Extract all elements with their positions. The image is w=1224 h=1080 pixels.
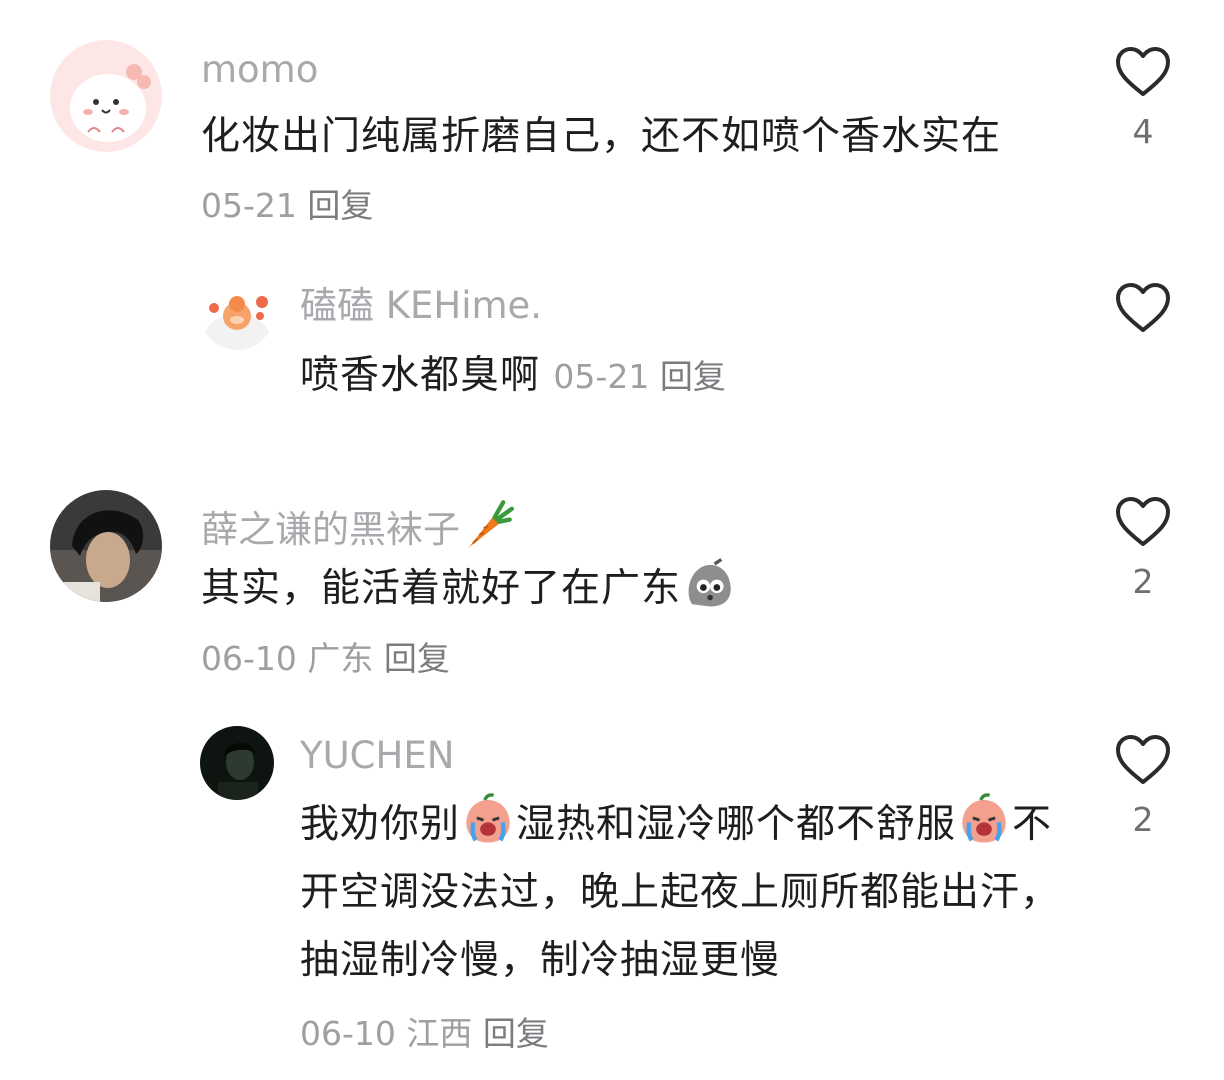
comment-author[interactable]: YUCHEN (300, 734, 454, 778)
comment-meta: 06-10 江西 回复 (300, 1012, 549, 1056)
comment-text: 喷香水都臭啊 05-21 回复 (300, 342, 1060, 411)
avatar[interactable] (50, 490, 162, 602)
heart-icon (1116, 283, 1170, 332)
comment-location: 广东 (307, 639, 374, 678)
reply-button[interactable]: 回复 (483, 1014, 549, 1053)
reply-button[interactable]: 回复 (307, 186, 373, 225)
avatar[interactable] (200, 276, 274, 350)
heart-icon (1116, 47, 1170, 96)
comment-author[interactable]: 薛之谦的黑袜子 (201, 498, 514, 552)
like-button[interactable]: 2 (1110, 496, 1176, 602)
author-name: 薛之谦的黑袜子 (201, 508, 460, 551)
comment-body-part2: 湿热和湿冷哪个都不舒服 (516, 802, 957, 847)
like-count: 4 (1132, 112, 1154, 151)
dark-photo-avatar-icon (200, 726, 274, 800)
comment-date: 05-21 (201, 186, 297, 225)
cute-dino-avatar-icon (50, 40, 162, 152)
person-photo-avatar-icon (50, 490, 162, 602)
comment-text: 其实，能活着就好了在广东 (201, 555, 1031, 623)
crying-peach-icon (460, 791, 516, 847)
like-button[interactable]: 2 (1110, 734, 1176, 840)
comment-body: 化妆出门纯属折磨自己，还不如喷个香水实在 (201, 114, 1002, 159)
reply-button[interactable]: 回复 (660, 357, 726, 396)
comment-body-part1: 我劝你别 (300, 802, 461, 847)
like-count: 2 (1132, 800, 1154, 839)
comment-meta: 06-10 广东 回复 (201, 637, 450, 681)
like-button[interactable]: 4 (1110, 46, 1176, 152)
comment-location: 江西 (406, 1014, 473, 1053)
comment-date: 05-21 (553, 357, 650, 396)
comment-date: 06-10 (300, 1014, 396, 1053)
like-button[interactable] (1110, 282, 1176, 334)
comment-author[interactable]: momo (201, 48, 318, 92)
avatar[interactable] (200, 726, 274, 800)
comment-meta: 05-21 回复 (201, 186, 373, 225)
crying-peach-icon (956, 791, 1012, 847)
avatar[interactable] (50, 40, 162, 152)
comment-body: 喷香水都臭啊 (300, 353, 541, 398)
carrot-icon (460, 498, 514, 552)
like-count: 2 (1132, 562, 1154, 601)
comment-meta: 05-21 回复 (553, 357, 725, 396)
comment-body: 其实，能活着就好了在广东 (201, 566, 682, 611)
grey-blob-shocked-icon (681, 555, 737, 611)
comment-author[interactable]: 磕磕 KEHime. (300, 284, 542, 328)
orange-cartoon-avatar-icon (200, 276, 274, 350)
reply-button[interactable]: 回复 (384, 639, 450, 678)
heart-icon (1116, 735, 1170, 784)
heart-icon (1116, 497, 1170, 546)
comment-text: 我劝你别 湿热和湿冷哪个都不舒服 不开空调没法过，晚上起夜上厕所都能出汗，抽湿制… (300, 791, 1060, 995)
comment-text: 化妆出门纯属折磨自己，还不如喷个香水实在 05-21 回复 (201, 103, 1031, 240)
comment-date: 06-10 (201, 639, 297, 678)
